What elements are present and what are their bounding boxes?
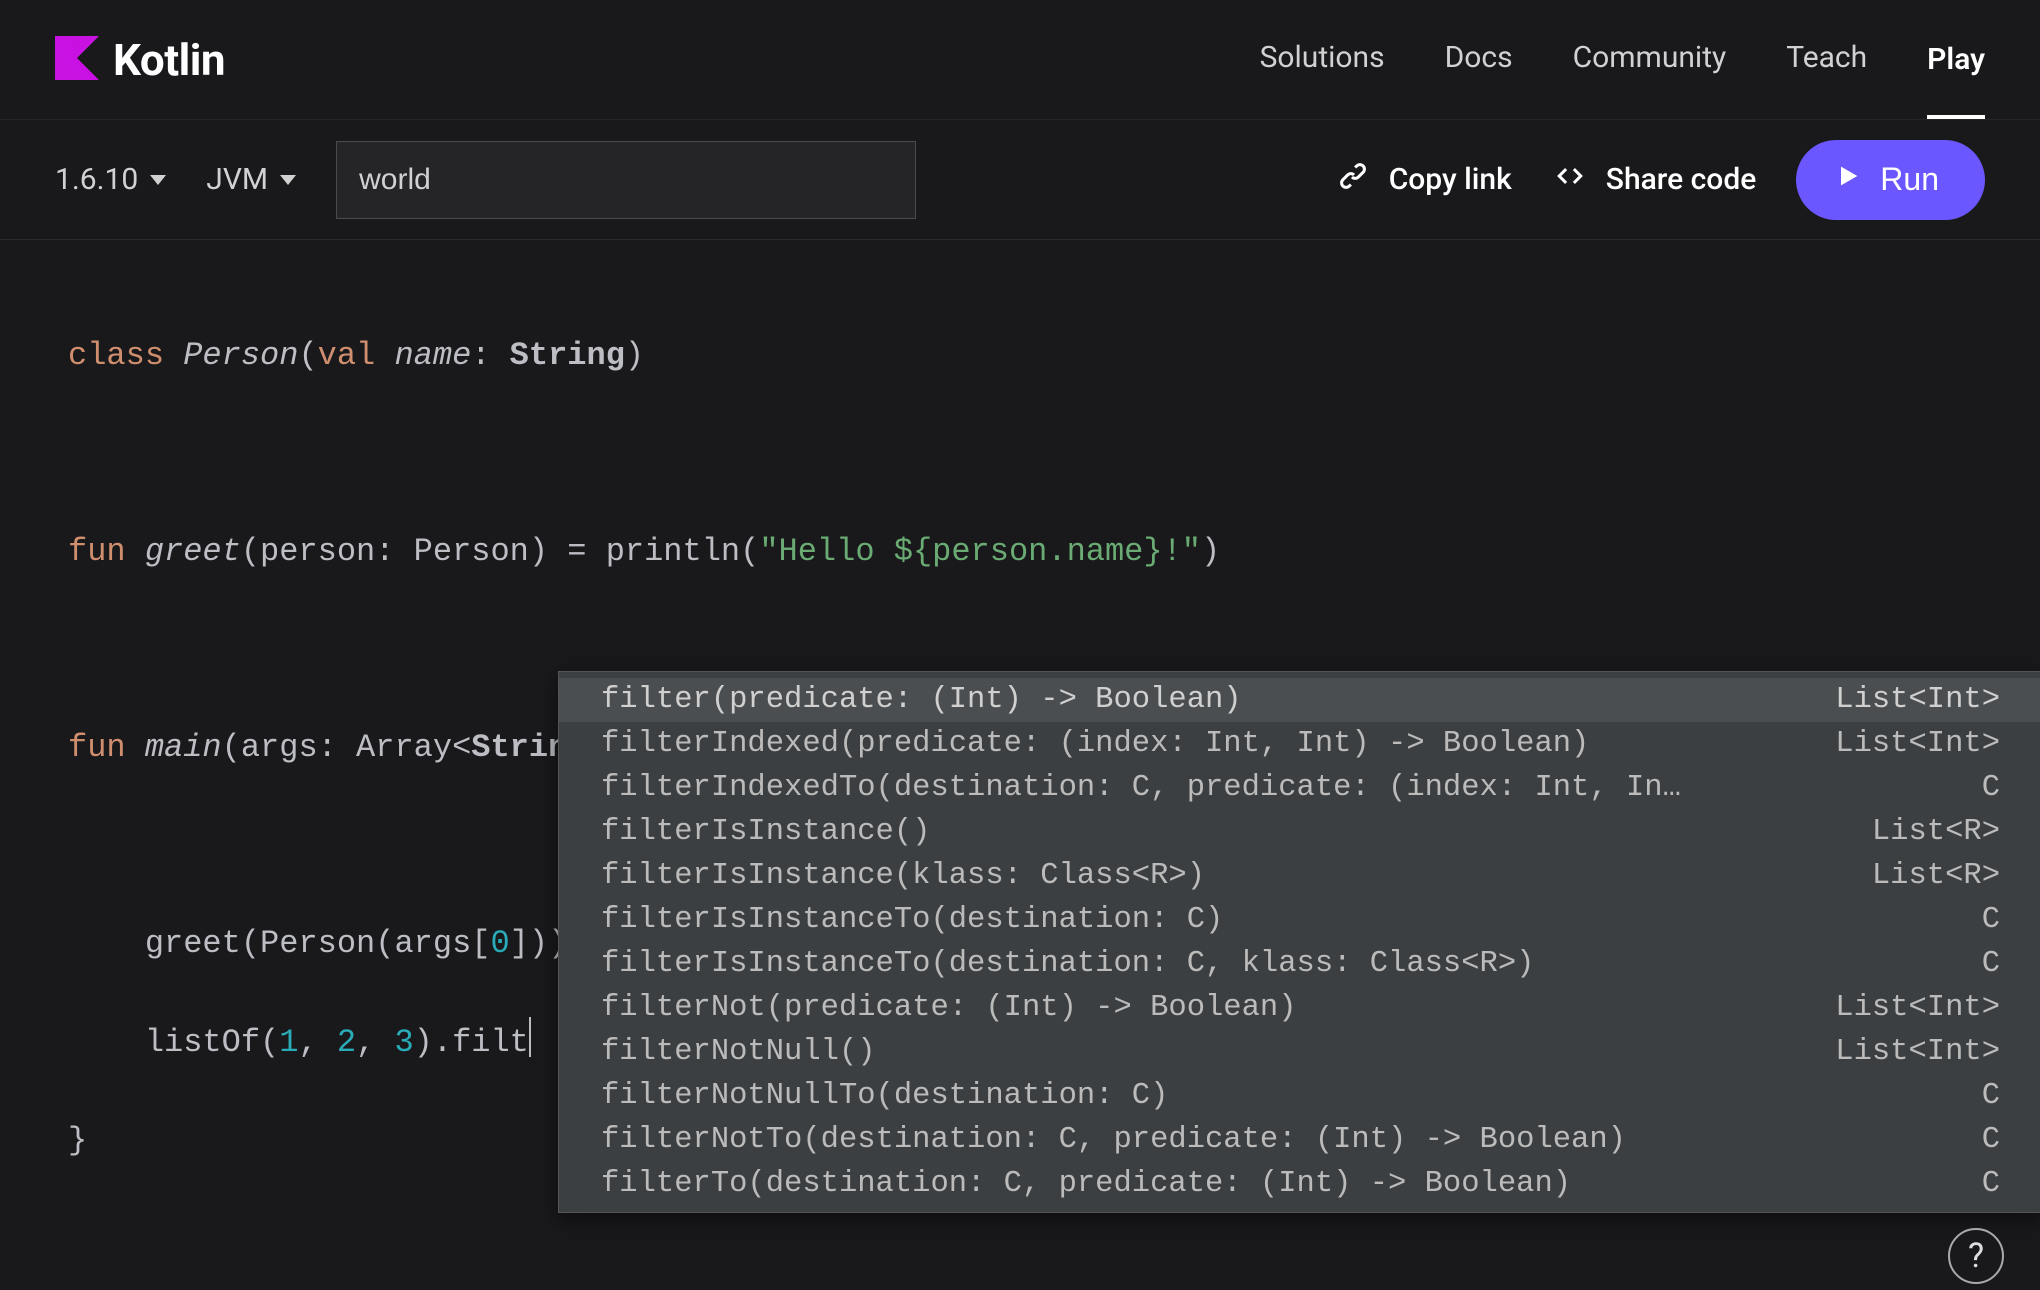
version-label: 1.6.10 xyxy=(55,162,138,197)
link-icon xyxy=(1335,158,1371,202)
target-label: JVM xyxy=(206,162,268,197)
autocomplete-item[interactable]: filterNotNull()List<Int> xyxy=(559,1030,2040,1074)
autocomplete-signature: filterIsInstanceTo(destination: C) xyxy=(601,898,1952,942)
top-nav: Kotlin Solutions Docs Community Teach Pl… xyxy=(0,0,2040,120)
share-code-button[interactable]: Share code xyxy=(1552,158,1757,202)
code-line: class Person(val name: String) xyxy=(68,331,2040,380)
autocomplete-signature: filterNotNull() xyxy=(601,1030,1805,1074)
play-icon xyxy=(1834,161,1862,198)
program-args-input[interactable] xyxy=(336,141,916,219)
nav-play[interactable]: Play xyxy=(1927,42,1985,119)
help-icon: ? xyxy=(1968,1236,1984,1276)
autocomplete-signature: filter(predicate: (Int) -> Boolean) xyxy=(601,678,1805,722)
autocomplete-popup: filter(predicate: (Int) -> Boolean)List<… xyxy=(558,671,2040,1213)
autocomplete-signature: filterIsInstance(klass: Class<R>) xyxy=(601,854,1842,898)
autocomplete-signature: filterNot(predicate: (Int) -> Boolean) xyxy=(601,986,1805,1030)
version-dropdown[interactable]: 1.6.10 xyxy=(55,162,166,197)
autocomplete-item[interactable]: filterIsInstance()List<R> xyxy=(559,810,2040,854)
autocomplete-item[interactable]: filterIndexedTo(destination: C, predicat… xyxy=(559,766,2040,810)
autocomplete-signature: filterIsInstance() xyxy=(601,810,1842,854)
code-line xyxy=(68,429,2040,478)
autocomplete-return-type: C xyxy=(1952,766,2000,810)
nav-solutions[interactable]: Solutions xyxy=(1260,40,1385,79)
autocomplete-signature: filterNotTo(destination: C, predicate: (… xyxy=(601,1118,1952,1162)
run-button[interactable]: Run xyxy=(1796,140,1985,220)
autocomplete-item[interactable]: filter(predicate: (Int) -> Boolean)List<… xyxy=(559,678,2040,722)
autocomplete-item[interactable]: filterTo(destination: C, predicate: (Int… xyxy=(559,1162,2040,1206)
autocomplete-signature: filterIndexedTo(destination: C, predicat… xyxy=(601,766,1952,810)
playground-toolbar: 1.6.10 JVM Copy link Share code Run xyxy=(0,120,2040,240)
autocomplete-signature: filterIsInstanceTo(destination: C, klass… xyxy=(601,942,1952,986)
autocomplete-return-type: List<Int> xyxy=(1805,722,2000,766)
autocomplete-signature: filterNotNullTo(destination: C) xyxy=(601,1074,1952,1118)
autocomplete-item[interactable]: filterNot(predicate: (Int) -> Boolean)Li… xyxy=(559,986,2040,1030)
nav-community[interactable]: Community xyxy=(1573,40,1727,79)
autocomplete-item[interactable]: filterIsInstance(klass: Class<R>)List<R> xyxy=(559,854,2040,898)
nav-teach[interactable]: Teach xyxy=(1786,40,1867,79)
autocomplete-item[interactable]: filterNotNullTo(destination: C)C xyxy=(559,1074,2040,1118)
autocomplete-return-type: C xyxy=(1952,1074,2000,1118)
autocomplete-return-type: List<Int> xyxy=(1805,986,2000,1030)
nav-docs[interactable]: Docs xyxy=(1445,40,1513,79)
code-icon xyxy=(1552,158,1588,202)
autocomplete-return-type: C xyxy=(1952,898,2000,942)
autocomplete-return-type: List<Int> xyxy=(1805,678,2000,722)
autocomplete-signature: filterIndexed(predicate: (index: Int, In… xyxy=(601,722,1805,766)
autocomplete-item[interactable]: filterNotTo(destination: C, predicate: (… xyxy=(559,1118,2040,1162)
nav-links: Solutions Docs Community Teach Play xyxy=(1260,40,1985,79)
target-dropdown[interactable]: JVM xyxy=(206,162,296,197)
caret-down-icon xyxy=(280,175,296,185)
autocomplete-return-type: C xyxy=(1952,942,2000,986)
kotlin-logo-icon xyxy=(55,36,99,84)
code-line: fun greet(person: Person) = println("Hel… xyxy=(68,527,2040,576)
autocomplete-item[interactable]: filterIsInstanceTo(destination: C)C xyxy=(559,898,2040,942)
autocomplete-return-type: List<R> xyxy=(1842,854,2000,898)
autocomplete-signature: filterTo(destination: C, predicate: (Int… xyxy=(601,1162,1952,1206)
autocomplete-return-type: List<R> xyxy=(1842,810,2000,854)
brand-logo[interactable]: Kotlin xyxy=(55,34,225,86)
help-button[interactable]: ? xyxy=(1948,1228,2004,1284)
autocomplete-return-type: C xyxy=(1952,1118,2000,1162)
copy-link-button[interactable]: Copy link xyxy=(1335,158,1512,202)
autocomplete-return-type: C xyxy=(1952,1162,2000,1206)
brand-name: Kotlin xyxy=(113,34,225,86)
autocomplete-item[interactable]: filterIndexed(predicate: (index: Int, In… xyxy=(559,722,2040,766)
autocomplete-return-type: List<Int> xyxy=(1805,1030,2000,1074)
share-code-label: Share code xyxy=(1606,162,1757,197)
caret-down-icon xyxy=(150,175,166,185)
copy-link-label: Copy link xyxy=(1389,162,1512,197)
code-line xyxy=(68,625,2040,674)
run-label: Run xyxy=(1880,161,1939,198)
autocomplete-item[interactable]: filterIsInstanceTo(destination: C, klass… xyxy=(559,942,2040,986)
text-cursor xyxy=(529,1017,531,1057)
